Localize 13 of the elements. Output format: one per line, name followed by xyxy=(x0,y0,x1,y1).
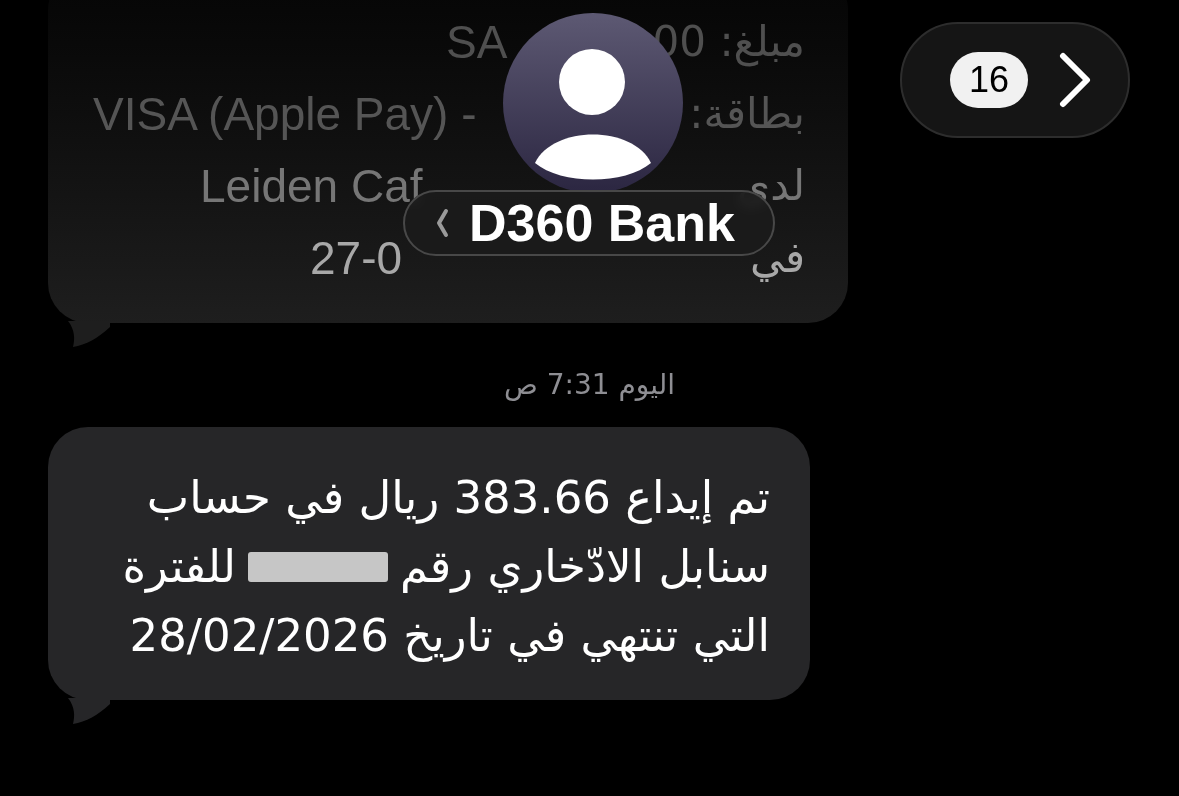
message-text: VISA (Apple Pay) - xyxy=(93,87,477,141)
message-timestamp: اليوم 7:31 ص xyxy=(503,369,676,401)
message-text: تم إيداع 383.66 ريال في حساب xyxy=(146,469,770,526)
message-text: للفترة xyxy=(122,538,236,595)
message-text: SA xyxy=(446,15,508,69)
message-text: بطاقة: xyxy=(689,88,805,140)
message-text: سنابل الادّخاري رقم xyxy=(399,538,770,595)
chevron-right-icon xyxy=(1058,52,1092,108)
unread-messages-button[interactable]: 16 xyxy=(900,22,1130,138)
unread-count-badge: 16 xyxy=(950,52,1028,108)
chevron-left-icon xyxy=(435,208,449,238)
message-text: التي تنتهي في تاريخ 28/02/2026 xyxy=(129,607,770,664)
message-text: 27-0 xyxy=(310,231,403,285)
